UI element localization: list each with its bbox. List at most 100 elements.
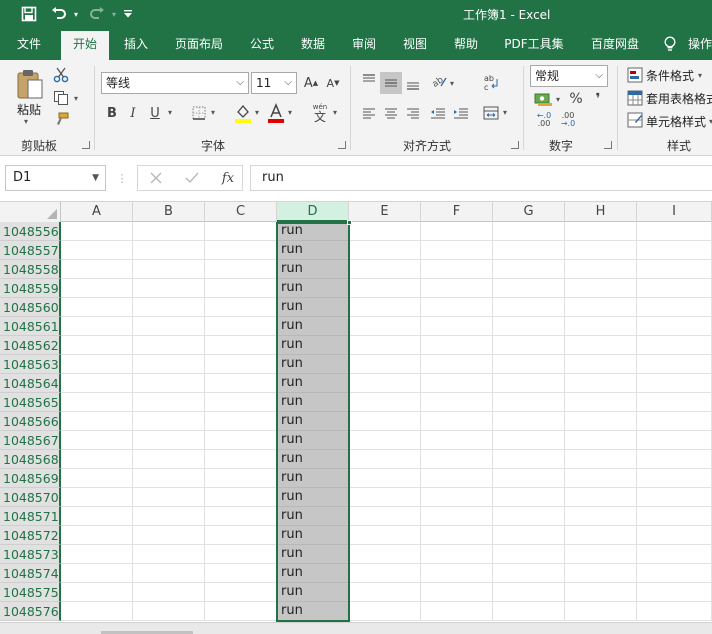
row-header[interactable]: 1048564 xyxy=(0,374,61,393)
phonetic-guide-icon[interactable]: wén 文 xyxy=(309,100,331,126)
row-header[interactable]: 1048570 xyxy=(0,488,61,507)
tab-baidu-netdisk[interactable]: 百度网盘 xyxy=(582,28,648,60)
cell-f[interactable] xyxy=(421,564,493,583)
cell-b[interactable] xyxy=(133,317,205,336)
row-header[interactable]: 1048574 xyxy=(0,564,61,583)
cell-g[interactable] xyxy=(493,393,565,412)
cell-e[interactable] xyxy=(349,393,421,412)
cell-i[interactable] xyxy=(637,583,712,602)
row-header[interactable]: 1048573 xyxy=(0,545,61,564)
row-header[interactable]: 1048569 xyxy=(0,469,61,488)
cell-a[interactable] xyxy=(61,279,133,298)
select-all-button[interactable] xyxy=(0,202,61,222)
cell-h[interactable] xyxy=(565,488,637,507)
merge-dropdown-icon[interactable]: ▾ xyxy=(503,108,507,117)
cell-c[interactable] xyxy=(205,298,277,317)
cell-h[interactable] xyxy=(565,450,637,469)
cell-i[interactable] xyxy=(637,564,712,583)
cell-b[interactable] xyxy=(133,393,205,412)
column-header-d[interactable]: D xyxy=(277,202,349,222)
cell-a[interactable] xyxy=(61,583,133,602)
cell-c[interactable] xyxy=(205,488,277,507)
cell-i[interactable] xyxy=(637,393,712,412)
number-launcher-icon[interactable] xyxy=(604,141,612,149)
cell-b[interactable] xyxy=(133,431,205,450)
column-header-b[interactable]: B xyxy=(133,202,205,222)
cell-a[interactable] xyxy=(61,412,133,431)
cell-h[interactable] xyxy=(565,545,637,564)
row-header[interactable]: 1048571 xyxy=(0,507,61,526)
cell-d[interactable]: run xyxy=(277,393,349,412)
cell-b[interactable] xyxy=(133,374,205,393)
undo-dropdown-icon[interactable]: ▾ xyxy=(70,3,82,25)
cell-c[interactable] xyxy=(205,336,277,355)
cell-c[interactable] xyxy=(205,507,277,526)
cell-g[interactable] xyxy=(493,507,565,526)
row-header[interactable]: 1048560 xyxy=(0,298,61,317)
copy-icon[interactable] xyxy=(52,89,70,107)
cell-f[interactable] xyxy=(421,545,493,564)
cell-i[interactable] xyxy=(637,526,712,545)
cell-d[interactable]: run xyxy=(277,260,349,279)
cell-g[interactable] xyxy=(493,431,565,450)
cell-e[interactable] xyxy=(349,450,421,469)
cell-f[interactable] xyxy=(421,488,493,507)
merge-center-icon[interactable] xyxy=(482,104,500,122)
cell-g[interactable] xyxy=(493,374,565,393)
italic-button[interactable]: I xyxy=(124,104,142,122)
cell-g[interactable] xyxy=(493,279,565,298)
cell-e[interactable] xyxy=(349,374,421,393)
cell-g[interactable] xyxy=(493,469,565,488)
cell-a[interactable] xyxy=(61,450,133,469)
wrap-text-icon[interactable]: ab c xyxy=(482,72,500,94)
underline-dropdown-icon[interactable]: ▾ xyxy=(168,108,172,117)
cell-i[interactable] xyxy=(637,355,712,374)
cell-g[interactable] xyxy=(493,355,565,374)
cell-c[interactable] xyxy=(205,222,277,241)
cell-d[interactable]: run xyxy=(277,222,349,241)
chevron-down-icon[interactable]: ⌵ xyxy=(236,73,244,93)
cell-d[interactable]: run xyxy=(277,564,349,583)
tab-help[interactable]: 帮助 xyxy=(446,28,486,60)
lightbulb-icon[interactable] xyxy=(662,28,678,60)
row-header[interactable]: 1048576 xyxy=(0,602,61,621)
cell-f[interactable] xyxy=(421,317,493,336)
cell-f[interactable] xyxy=(421,279,493,298)
cell-a[interactable] xyxy=(61,298,133,317)
cell-i[interactable] xyxy=(637,488,712,507)
cell-i[interactable] xyxy=(637,469,712,488)
cell-i[interactable] xyxy=(637,222,712,241)
accounting-format-icon[interactable] xyxy=(533,90,553,108)
cell-d[interactable]: run xyxy=(277,241,349,260)
column-header-f[interactable]: F xyxy=(421,202,493,222)
cell-d[interactable]: run xyxy=(277,526,349,545)
cell-g[interactable] xyxy=(493,336,565,355)
cell-c[interactable] xyxy=(205,317,277,336)
cell-h[interactable] xyxy=(565,431,637,450)
cell-g[interactable] xyxy=(493,583,565,602)
cell-g[interactable] xyxy=(493,260,565,279)
format-as-table-icon[interactable] xyxy=(626,89,644,107)
cell-c[interactable] xyxy=(205,450,277,469)
cell-g[interactable] xyxy=(493,488,565,507)
font-launcher-icon[interactable] xyxy=(338,141,346,149)
cell-f[interactable] xyxy=(421,469,493,488)
cell-i[interactable] xyxy=(637,260,712,279)
conditional-formatting-icon[interactable] xyxy=(626,66,644,84)
cell-a[interactable] xyxy=(61,469,133,488)
cell-f[interactable] xyxy=(421,374,493,393)
cell-h[interactable] xyxy=(565,393,637,412)
cell-styles-icon[interactable] xyxy=(626,111,644,129)
cell-b[interactable] xyxy=(133,602,205,621)
cell-i[interactable] xyxy=(637,279,712,298)
font-color-dropdown-icon[interactable]: ▾ xyxy=(288,108,292,117)
cell-i[interactable] xyxy=(637,545,712,564)
cell-g[interactable] xyxy=(493,602,565,621)
cell-e[interactable] xyxy=(349,241,421,260)
tab-tell-me[interactable]: 操作 xyxy=(688,28,712,60)
cell-f[interactable] xyxy=(421,450,493,469)
cell-a[interactable] xyxy=(61,545,133,564)
shrink-font-icon[interactable]: A ▼ xyxy=(324,73,342,93)
cell-d[interactable]: run xyxy=(277,298,349,317)
cell-e[interactable] xyxy=(349,545,421,564)
